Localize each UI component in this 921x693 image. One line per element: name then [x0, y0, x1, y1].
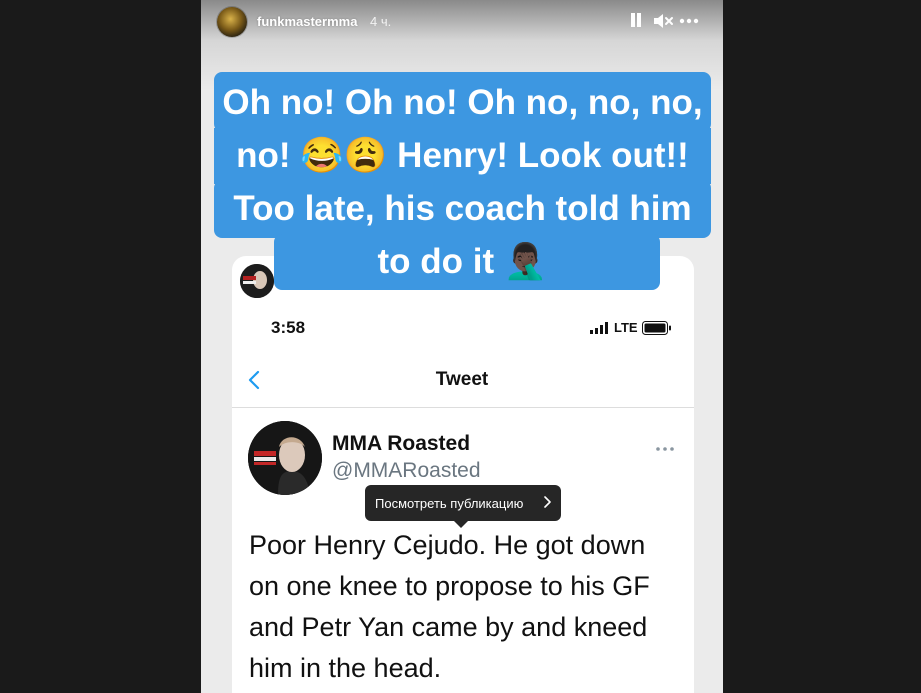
- divider: [232, 407, 694, 408]
- pause-icon[interactable]: [629, 11, 643, 29]
- story-header: funkmastermma 4 ч.: [201, 0, 723, 44]
- story-caption: Oh no! Oh no! Oh no, no, no, no! 😂😩 Henr…: [222, 83, 703, 281]
- network-label: LTE: [614, 320, 638, 335]
- user-avatar[interactable]: [217, 7, 247, 37]
- username[interactable]: funkmastermma: [257, 14, 357, 29]
- tweet-more-icon: [655, 440, 675, 451]
- status-bar-time: 3:58: [271, 318, 306, 337]
- tweet-text: Poor Henry Cejudo. He got down on one kn…: [249, 530, 650, 683]
- view-post-label: Посмотреть публикацию: [375, 495, 524, 511]
- tweet-nav-title: Tweet: [435, 369, 489, 390]
- story-time: 4 ч.: [370, 14, 392, 29]
- profile-avatar: [248, 421, 322, 495]
- more-icon[interactable]: [679, 11, 699, 31]
- mute-icon[interactable]: [652, 11, 674, 31]
- battery-icon: [641, 320, 671, 335]
- tweet-display-name: MMA Roasted: [332, 432, 471, 455]
- tweet-handle: @MMARoasted: [332, 459, 481, 482]
- view-post-tooltip[interactable]: Посмотреть публикацию: [365, 485, 561, 528]
- status-bar-indicators: LTE: [590, 320, 672, 335]
- chevron-right-icon: [544, 496, 551, 508]
- signal-icon: [590, 321, 608, 334]
